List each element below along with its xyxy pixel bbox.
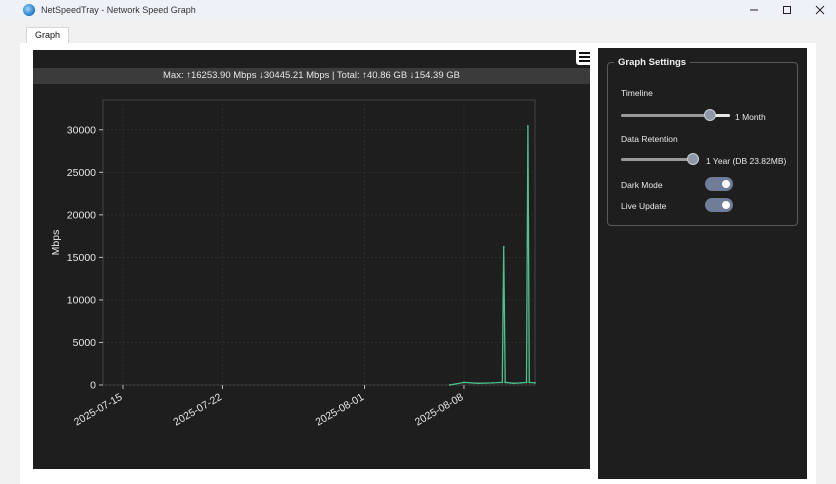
retention-label: Data Retention — [621, 134, 678, 144]
app-window: NetSpeedTray - Network Speed Graph Graph… — [0, 0, 836, 484]
tab-graph[interactable]: Graph — [26, 27, 70, 43]
window-controls — [737, 0, 836, 19]
dark-mode-toggle-knob — [722, 180, 730, 188]
speed-data-point — [491, 381, 494, 384]
y-tick-label: 30000 — [67, 124, 96, 136]
graph-panel: 0 5000 10000 15000 20000 25000 30000 2025-07-15… — [33, 50, 590, 469]
minimize-icon[interactable] — [737, 0, 770, 19]
speed-data-point — [477, 382, 480, 385]
tab-bar: Graph — [0, 19, 836, 43]
speed-data-point — [448, 384, 451, 386]
x-tick-label: 2025-07-15 — [72, 391, 125, 428]
live-update-toggle-knob — [722, 201, 730, 209]
graph-settings-title: Graph Settings — [614, 57, 691, 68]
timeline-slider-thumb[interactable] — [704, 109, 716, 121]
live-update-label: Live Update — [621, 201, 667, 211]
maximize-icon[interactable] — [770, 0, 803, 19]
dark-mode-toggle[interactable] — [705, 177, 733, 191]
retention-slider-thumb[interactable] — [687, 153, 699, 165]
close-icon[interactable] — [803, 0, 836, 19]
speed-data-point — [502, 245, 505, 248]
live-update-toggle[interactable] — [705, 198, 733, 212]
title-bar[interactable]: NetSpeedTray - Network Speed Graph — [0, 0, 836, 19]
x-tick-label: 2025-08-01 — [313, 391, 366, 428]
y-tick-label: 20000 — [67, 209, 96, 221]
stats-bar: Max: ↑16253.90 Mbps ↓30445.21 Mbps | Tot… — [33, 68, 590, 84]
speed-data-point — [534, 381, 536, 384]
x-tick-label: 2025-07-22 — [171, 391, 224, 428]
retention-value: 1 Year (DB 23.82MB) — [706, 156, 787, 166]
dark-mode-label: Dark Mode — [621, 180, 663, 190]
speed-data-point — [512, 382, 515, 385]
speed-data-point — [519, 381, 522, 384]
speed-data-point — [525, 381, 528, 384]
y-tick-label: 0 — [90, 380, 96, 392]
speed-data-point — [526, 125, 529, 127]
speed-chart: 0 5000 10000 15000 20000 25000 30000 2025-07-15… — [50, 99, 536, 428]
hamburger-icon[interactable] — [576, 48, 593, 65]
y-tick-label: 5000 — [73, 337, 97, 349]
speed-data-point — [501, 381, 504, 384]
y-axis-label: Mbps — [50, 230, 62, 256]
y-tick-label: 15000 — [67, 252, 96, 264]
y-tick-label: 10000 — [67, 294, 96, 306]
app-logo-icon — [23, 3, 35, 16]
speed-data-point — [528, 381, 531, 384]
y-tick-label: 25000 — [67, 167, 96, 179]
timeline-value: 1 Month — [735, 112, 766, 122]
speed-data-point — [504, 381, 507, 384]
speed-data-point — [463, 381, 465, 384]
x-tick-label: 2025-08-08 — [413, 391, 466, 428]
timeline-label: Timeline — [621, 88, 653, 98]
window-title: NetSpeedTray - Network Speed Graph — [41, 4, 196, 15]
